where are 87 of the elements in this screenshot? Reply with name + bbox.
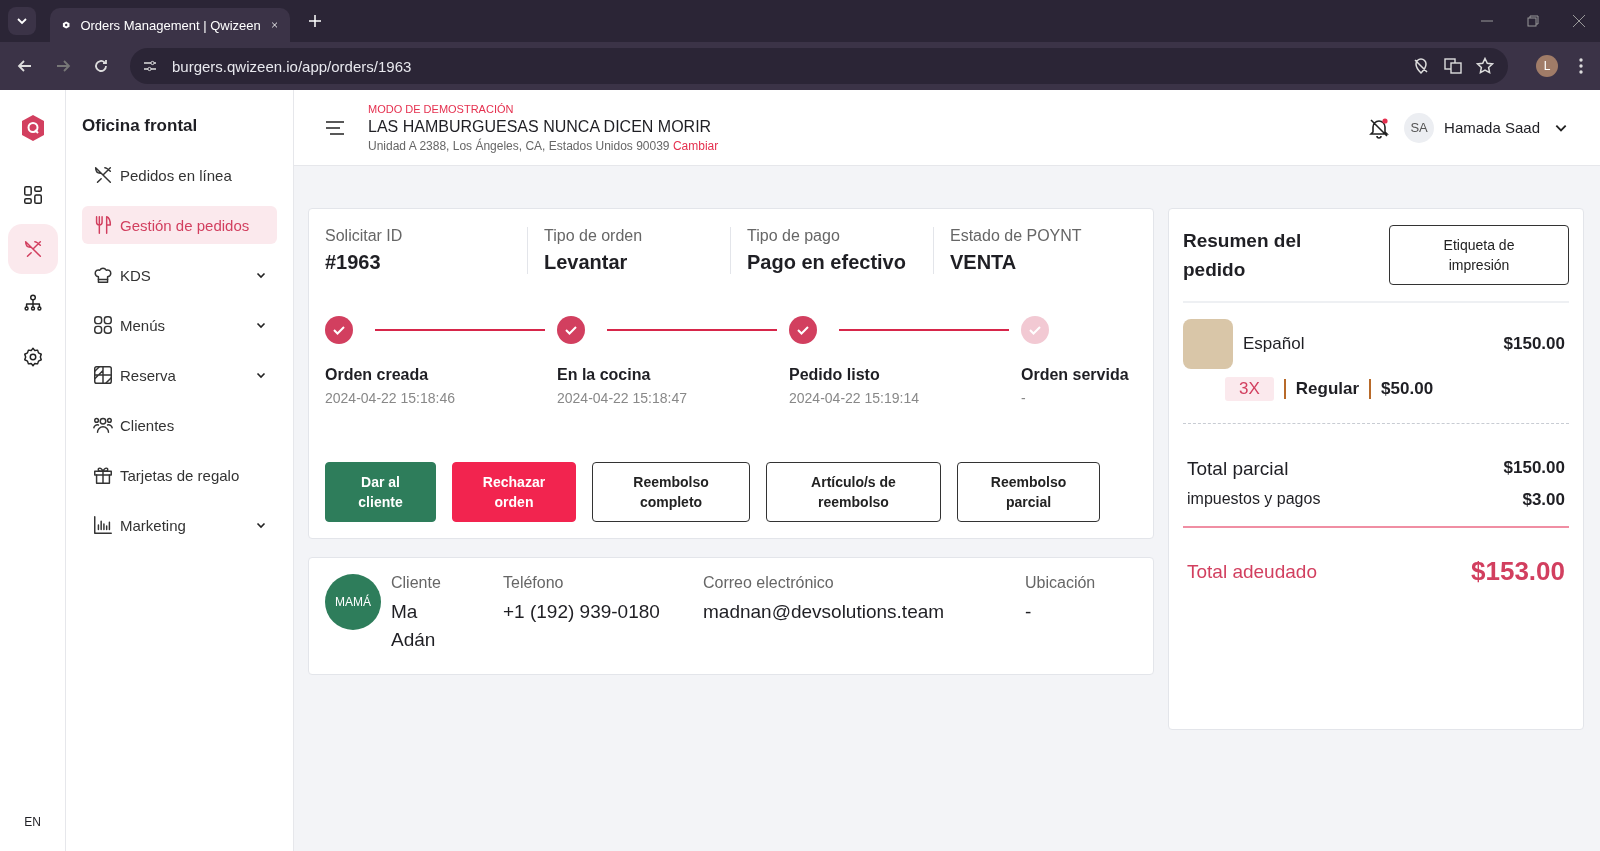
customer-avatar: MAMÁ [325, 574, 381, 630]
total-label: impuestos y pagos [1187, 490, 1321, 509]
food-photo-placeholder [1183, 319, 1233, 369]
sidebar-item[interactable]: Menús [82, 306, 277, 344]
total-value: $3.00 [1522, 490, 1565, 510]
utensils-icon [92, 164, 114, 186]
field-label: Estado de POYNT [950, 227, 1083, 245]
field-label: Teléfono [503, 574, 565, 592]
more-icon[interactable] [1578, 57, 1584, 75]
reload-icon[interactable] [92, 57, 110, 75]
field-value: madnan@devsolutions.team [703, 600, 946, 624]
sidebar-item[interactable]: Reserva [82, 356, 277, 394]
new-tab-icon[interactable] [308, 14, 322, 28]
action-button[interactable]: Reembolso parcial [957, 462, 1100, 522]
action-button[interactable]: Reembolso completo [592, 462, 750, 522]
grid-icon [92, 314, 114, 336]
field-value: Levantar [544, 251, 629, 274]
star-icon[interactable] [1476, 57, 1494, 75]
step-label: Pedido listo [789, 366, 881, 384]
field-label: Correo electrónico [703, 574, 835, 592]
field-value: VENTA [950, 251, 1018, 274]
notifications-off-icon[interactable] [1368, 116, 1391, 139]
sidebar-item[interactable]: Pedidos en línea [82, 156, 277, 194]
field-label: Solicitar ID [325, 227, 404, 245]
step-time: - [1021, 390, 1027, 406]
chevron-down-icon [16, 15, 28, 27]
field-label: Cliente [391, 574, 442, 592]
close-icon[interactable] [270, 19, 278, 31]
field-value: +1 (192) 939-0180 [503, 600, 661, 624]
field-value: Pago en efectivo [747, 251, 907, 274]
summary-title: Resumen del pedido [1183, 229, 1303, 282]
user-name[interactable]: Hamada Saad [1444, 119, 1540, 136]
field-label: Ubicación [1025, 574, 1096, 592]
step-time: 2024-04-22 15:18:46 [325, 390, 456, 406]
sidebar-item[interactable]: KDS [82, 256, 277, 294]
settings-icon [21, 346, 44, 368]
restaurant-address: Unidad A 2388, Los Ángeles, CA, Estados Unidos 90039 [368, 138, 670, 153]
item-price: $150.00 [1503, 334, 1565, 354]
step-label: Orden creada [325, 366, 430, 384]
step-label: En la cocina [557, 366, 652, 384]
total-label: Total parcial [1187, 458, 1289, 480]
unit-price: $50.00 [1381, 379, 1434, 399]
hierarchy-icon [21, 292, 44, 314]
total-value: $150.00 [1503, 458, 1565, 479]
dashboard-icon [21, 184, 44, 206]
profile-avatar[interactable]: L [1536, 55, 1558, 77]
url-text: burgers.qwizeen.io/app/orders/1963 [172, 57, 412, 75]
sidebar-item[interactable]: Marketing [82, 506, 277, 544]
location-off-icon[interactable] [1412, 57, 1430, 75]
sidebar-item[interactable]: Gestión de pedidos [82, 206, 277, 244]
browser-tab[interactable]: Orders Management | Qwizeen [50, 8, 290, 42]
action-button[interactable]: Dar al cliente [325, 462, 436, 522]
restore-icon[interactable] [1526, 14, 1540, 28]
item-name: Español [1243, 334, 1305, 354]
step-time: 2024-04-22 15:19:14 [789, 390, 920, 406]
menu-icon[interactable] [324, 118, 346, 137]
field-label: Tipo de orden [544, 227, 644, 245]
language-code[interactable]: EN [18, 813, 47, 831]
field-value: #1963 [325, 251, 382, 274]
change-link[interactable]: Cambiar [672, 138, 719, 153]
sidebar-item[interactable]: Tarjetas de regalo [82, 456, 277, 494]
tab-list-button[interactable] [8, 7, 36, 35]
field-value: Ma Adán [391, 600, 437, 652]
address-bar[interactable]: burgers.qwizeen.io/app/orders/1963 [130, 48, 1508, 84]
site-settings-icon [142, 58, 158, 74]
quantity-badge: 3X [1225, 377, 1274, 401]
action-button[interactable]: Artículo/s de reembolso [766, 462, 941, 522]
action-button[interactable]: Rechazar orden [452, 462, 576, 522]
gift-icon [92, 464, 114, 486]
step-label: Orden servida [1021, 366, 1130, 384]
sidebar-item[interactable]: Clientes [82, 406, 277, 444]
step-time: 2024-04-22 15:18:47 [557, 390, 688, 406]
bar-chart-icon [92, 514, 114, 536]
field-value: - [1025, 600, 1033, 624]
amount-due-value: $153.00 [1471, 556, 1565, 587]
item-variant: Regular [1295, 379, 1360, 399]
field-label: Tipo de pago [747, 227, 841, 245]
table-icon [92, 364, 114, 386]
user-avatar[interactable]: SA [1404, 112, 1435, 143]
app-logo-icon[interactable] [19, 114, 46, 142]
amount-due-label: Total adeudado [1187, 560, 1317, 583]
demo-mode-label: MODO DE DEMOSTRACIÓN [368, 102, 515, 115]
sidebar-title: Oficina frontal [82, 116, 199, 137]
restaurant-name: LAS HAMBURGUESAS NUNCA DICEN MORIR [368, 117, 713, 136]
tab-title: Orders Management | Qwizeen [80, 17, 261, 33]
close-icon[interactable] [1572, 14, 1586, 28]
print-label-button[interactable]: Etiqueta de impresión [1389, 225, 1569, 285]
